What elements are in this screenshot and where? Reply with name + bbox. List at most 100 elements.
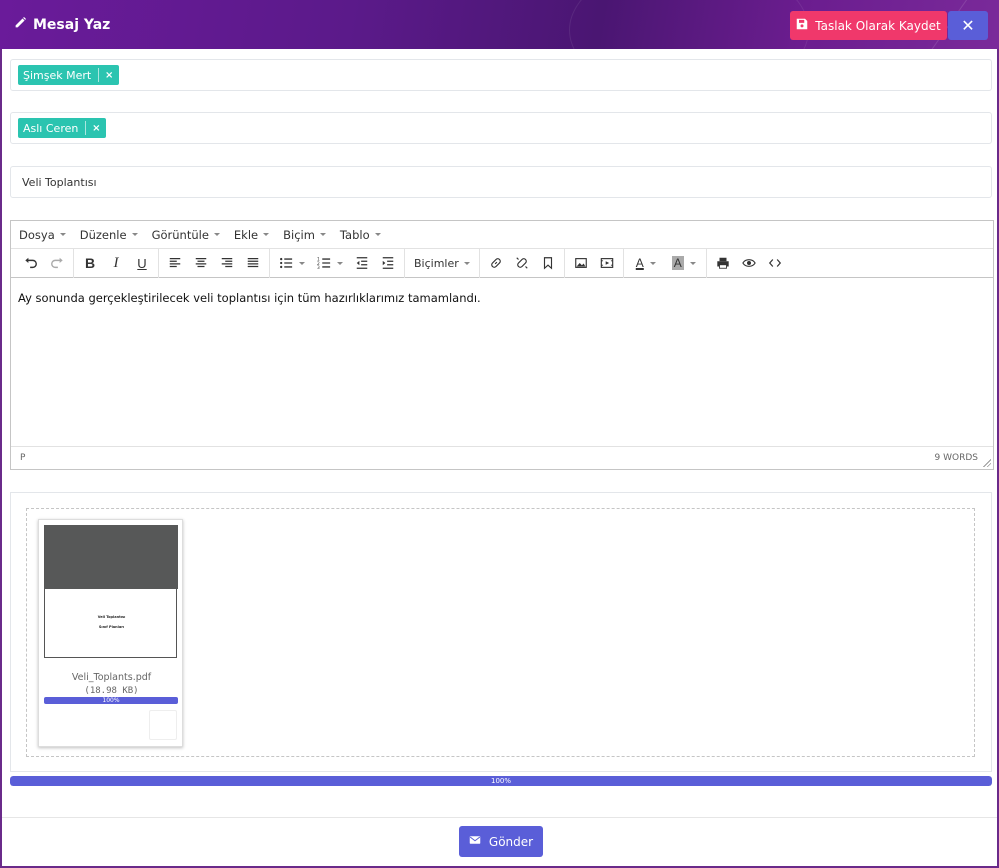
element-path: P bbox=[20, 453, 26, 463]
menu-tablo[interactable]: Tablo bbox=[340, 228, 381, 242]
align-left-icon[interactable] bbox=[162, 251, 188, 275]
file-progress-bar: 100% bbox=[44, 697, 178, 704]
thumbnail-line: Sınıf Planları bbox=[98, 625, 125, 629]
caret-down-icon bbox=[59, 233, 66, 236]
underline-icon[interactable]: U bbox=[129, 251, 155, 275]
envelope-icon bbox=[469, 834, 481, 849]
color-group: A A bbox=[624, 248, 707, 278]
file-preview-card: Veli Toplantısı Sınıf Planları Veli_Topl… bbox=[38, 519, 183, 747]
thumbnail-header bbox=[45, 525, 178, 589]
menu-label: Biçim bbox=[283, 227, 315, 242]
cc-field[interactable]: Aslı Ceren × bbox=[10, 112, 992, 144]
modal-header: Mesaj Yaz Taslak Olarak Kaydet ✕ bbox=[0, 0, 999, 49]
header-decoration bbox=[569, 0, 809, 49]
text-color-icon[interactable]: A bbox=[627, 251, 665, 275]
editor-menubar: Dosya Düzenle Görüntüle Ekle Biçim Tablo bbox=[11, 221, 993, 249]
rich-text-editor: Dosya Düzenle Görüntüle Ekle Biçim Tablo… bbox=[10, 220, 994, 470]
send-button[interactable]: Gönder bbox=[459, 826, 543, 857]
video-icon[interactable] bbox=[594, 251, 620, 275]
floppy-disk-icon bbox=[796, 18, 808, 33]
caret-down-icon bbox=[374, 233, 381, 236]
numbered-list-icon[interactable]: 123 bbox=[311, 251, 349, 275]
subject-input[interactable]: Veli Toplantısı bbox=[10, 166, 992, 198]
menu-duzenle[interactable]: Düzenle bbox=[80, 228, 138, 242]
word-count: 9 WORDS bbox=[934, 453, 978, 463]
recipient-tag: Şimşek Mert × bbox=[18, 65, 120, 85]
menu-goruntule[interactable]: Görüntüle bbox=[152, 228, 220, 242]
caret-down-icon bbox=[131, 233, 138, 236]
cc-tag-label: Aslı Ceren bbox=[23, 121, 79, 135]
save-draft-button[interactable]: Taslak Olarak Kaydet bbox=[790, 11, 947, 40]
remove-tag-icon[interactable]: × bbox=[86, 123, 106, 134]
file-remove-button[interactable] bbox=[149, 710, 177, 740]
file-size: (18.98 KB) bbox=[84, 686, 139, 696]
menu-dosya[interactable]: Dosya bbox=[19, 228, 66, 242]
caret-down-icon bbox=[337, 261, 343, 265]
history-group bbox=[15, 248, 74, 278]
resize-handle-icon[interactable] bbox=[983, 459, 991, 467]
editor-statusbar: P 9 WORDS bbox=[11, 446, 993, 469]
thumbnail-line: Veli Toplantısı bbox=[97, 615, 126, 619]
attachment-panel: Veli Toplantısı Sınıf Planları Veli_Topl… bbox=[10, 492, 992, 772]
print-icon[interactable] bbox=[710, 251, 736, 275]
menu-ekle[interactable]: Ekle bbox=[233, 227, 270, 242]
unlink-icon[interactable] bbox=[509, 251, 535, 275]
menu-label: Tablo bbox=[339, 227, 370, 242]
caret-down-icon bbox=[263, 233, 270, 236]
menu-label: Dosya bbox=[19, 227, 55, 242]
close-button[interactable]: ✕ bbox=[948, 11, 988, 40]
close-icon: ✕ bbox=[961, 16, 975, 35]
menu-bicim[interactable]: Biçim bbox=[283, 228, 326, 242]
file-progress-fill: 100% bbox=[44, 697, 178, 704]
to-field[interactable]: Şimşek Mert × bbox=[10, 59, 992, 91]
bold-icon[interactable]: B bbox=[77, 251, 103, 275]
menu-label: Düzenle bbox=[79, 227, 127, 242]
cc-tag: Aslı Ceren × bbox=[18, 118, 107, 138]
menu-label: Görüntüle bbox=[151, 227, 209, 242]
preview-icon[interactable] bbox=[736, 251, 762, 275]
redo-icon[interactable] bbox=[44, 251, 70, 275]
media-group bbox=[565, 248, 624, 278]
file-dropzone[interactable]: Veli Toplantısı Sınıf Planları Veli_Topl… bbox=[26, 508, 975, 757]
image-icon[interactable] bbox=[568, 251, 594, 275]
align-center-icon[interactable] bbox=[188, 251, 214, 275]
text-style-group: B I U bbox=[74, 248, 159, 278]
bookmark-icon[interactable] bbox=[535, 251, 561, 275]
total-progress-fill: 100% bbox=[10, 776, 992, 786]
caret-down-icon bbox=[689, 261, 696, 265]
caret-down-icon bbox=[299, 261, 305, 265]
send-label: Gönder bbox=[488, 834, 534, 849]
caret-down-icon bbox=[649, 261, 656, 265]
menu-label: Ekle bbox=[233, 227, 259, 242]
modal-title: Mesaj Yaz bbox=[14, 16, 110, 33]
align-justify-icon[interactable] bbox=[240, 251, 266, 275]
pencil-icon bbox=[14, 16, 27, 33]
undo-icon[interactable] bbox=[18, 251, 44, 275]
source-code-icon[interactable] bbox=[762, 251, 788, 275]
indent-icon[interactable] bbox=[375, 251, 401, 275]
editor-content[interactable]: Ay sonunda gerçekleştirilecek veli topla… bbox=[11, 278, 993, 446]
link-icon[interactable] bbox=[483, 251, 509, 275]
bullet-list-icon[interactable] bbox=[273, 251, 311, 275]
editor-paragraph: Ay sonunda gerçekleştirilecek veli topla… bbox=[18, 291, 481, 305]
recipient-tag-label: Şimşek Mert bbox=[23, 68, 92, 82]
caret-down-icon bbox=[213, 233, 220, 236]
background-color-icon[interactable]: A bbox=[665, 251, 703, 275]
save-draft-label: Taslak Olarak Kaydet bbox=[815, 18, 941, 33]
svg-text:3: 3 bbox=[317, 265, 320, 270]
insert-group bbox=[480, 248, 565, 278]
formats-group: Biçimler bbox=[405, 248, 480, 278]
modal-title-text: Mesaj Yaz bbox=[33, 16, 111, 33]
modal-border-left bbox=[0, 49, 2, 868]
caret-down-icon bbox=[319, 233, 326, 236]
remove-tag-icon[interactable]: × bbox=[99, 70, 119, 81]
tools-group bbox=[707, 249, 791, 278]
italic-icon[interactable]: I bbox=[103, 251, 129, 275]
pdf-thumbnail: Veli Toplantısı Sınıf Planları bbox=[44, 525, 178, 658]
alignment-group bbox=[159, 248, 270, 278]
formats-label: Biçimler bbox=[414, 256, 459, 270]
align-right-icon[interactable] bbox=[214, 251, 240, 275]
formats-dropdown[interactable]: Biçimler bbox=[408, 257, 476, 270]
caret-down-icon bbox=[463, 261, 470, 265]
outdent-icon[interactable] bbox=[349, 251, 375, 275]
